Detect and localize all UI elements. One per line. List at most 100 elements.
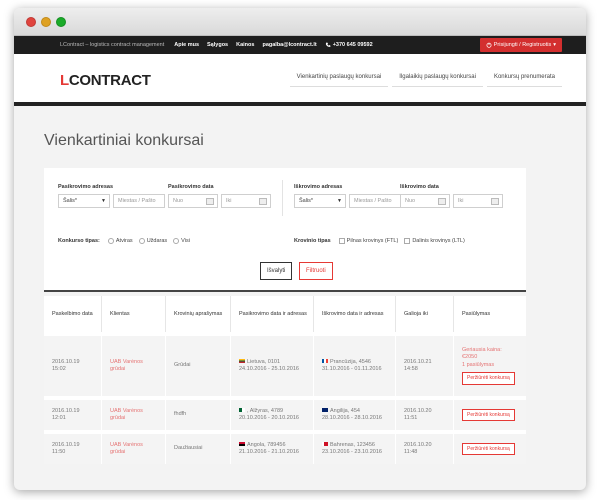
top-info-bar: LContract – logistics contract managemen… [14, 36, 586, 54]
offer-cell: Geriausia kaina: €2050 1 pasiūlymas Perž… [454, 332, 526, 396]
column-header-cargo[interactable]: Krovinių aprašymas [166, 296, 231, 332]
pickup-cell: Lietuva, 0101 24.10.2016 - 25.10.2016 [231, 332, 314, 396]
pickup-cell: , Alžyras, 4789 20.10.2016 - 20.10.2016 [231, 396, 314, 430]
view-tender-button[interactable]: Peržiūrėti konkursą [462, 442, 515, 456]
logo-accent: L [60, 72, 69, 89]
phone-icon [325, 42, 331, 47]
valid-date: 2016.10.20 [404, 441, 432, 448]
topbar-link-terms[interactable]: Sąlygos [207, 42, 228, 48]
unload-city-input[interactable]: Miestas / Pašto [349, 194, 401, 208]
valid-time: 11:48 [404, 449, 418, 455]
unload-date-to-input[interactable]: Iki [453, 194, 503, 208]
chevron-down-icon: ▾ [553, 42, 556, 48]
unload-country-value: Šalis* [299, 198, 314, 204]
logo-text: CONTRACT [68, 72, 151, 89]
nav-item-subscription[interactable]: Konkursų prenumerata [486, 74, 562, 87]
client-name-line1: UAB Varėnos [110, 441, 143, 448]
pickup-city-placeholder: Miestas / Pašto [118, 198, 156, 204]
pickup-from-placeholder: Nuo [173, 198, 184, 204]
unload-city-placeholder: Miestas / Pašto [354, 198, 392, 204]
filter-panel: Pasikrovimo adresas Šalis* ▼ Miestas / P… [44, 168, 526, 292]
unload-country-select[interactable]: Šalis* ▼ [294, 194, 346, 208]
pickup-dates: 21.10.2016 - 21.10.2016 [239, 449, 299, 455]
unload-place: Bahrenas, 123456 [330, 441, 375, 448]
apply-filter-button[interactable]: Filtruoti [299, 262, 333, 280]
phone-number: +370 645 09592 [332, 42, 373, 48]
login-register-button[interactable]: Prisijungti / Registruotis ▾ [479, 38, 562, 52]
main-nav: Vienkartinių paslaugų konkursai Ilgalaik… [286, 74, 562, 87]
tender-type-closed-label: Uždaras [146, 238, 168, 244]
pickup-place: , Alžyras, 4789 [247, 407, 284, 414]
tender-type-open-label: Atviras [115, 238, 133, 244]
column-header-client[interactable]: Klientas [102, 296, 166, 332]
pickup-date-from-input[interactable]: Nuo [168, 194, 218, 208]
unload-address-group: Iškrovimo adresas Šalis* ▼ Miestas / Paš… [294, 184, 401, 208]
table-row: 2016.10.19 15:02 UAB Varėnos grūdai Grūdai… [44, 332, 526, 396]
maximize-window-button[interactable] [56, 17, 66, 27]
valid-date: 2016.10.20 [404, 407, 432, 414]
pickup-date-to-input[interactable]: Iki [221, 194, 271, 208]
column-header-unload[interactable]: Iškrovimo data ir adresas [314, 296, 396, 332]
pickup-place: Angola, 789456 [247, 441, 286, 448]
offer-count: 1 pasiūlymas [462, 361, 495, 368]
cargo-description: Grūdai [166, 332, 231, 396]
topbar-email-link[interactable]: pagalba@lcontract.lt [262, 42, 316, 48]
client-link[interactable]: UAB Varėnos grūdai [102, 332, 166, 396]
view-tender-button[interactable]: Peržiūrėti konkursą [462, 372, 515, 385]
cargo-type-ftl-checkbox[interactable]: Pilnas krovinys (FTL) [338, 238, 398, 244]
cargo-type-ltl-checkbox[interactable]: Dalinis krovinys (LTL) [404, 238, 465, 244]
cargo-description: fhdfh [166, 396, 231, 430]
radio-icon [138, 238, 145, 244]
table-header-row: Paskelbimo data Klientas Krovinių aprašy… [44, 296, 526, 332]
valid-until-cell: 2016.10.21 14:58 [396, 332, 454, 396]
checkbox-icon [404, 238, 411, 244]
clear-filters-button[interactable]: Išvalyti [260, 262, 293, 280]
pickup-country-select[interactable]: Šalis* ▼ [58, 194, 110, 208]
cargo-type-ltl-label: Dalinis krovinys (LTL) [412, 238, 465, 244]
tender-type-open-radio[interactable]: Atviras [107, 238, 133, 244]
column-header-published[interactable]: Paskelbimo data [44, 296, 102, 332]
pickup-city-input[interactable]: Miestas / Pašto [113, 194, 165, 208]
pickup-address-group: Pasikrovimo adresas Šalis* ▼ Miestas / P… [58, 184, 165, 208]
flag-france-icon [322, 359, 328, 364]
unload-place: Angilija, 454 [330, 407, 360, 414]
power-icon [486, 42, 492, 48]
nav-item-one-time-tenders[interactable]: Vienkartinių paslaugų konkursai [289, 74, 389, 87]
pickup-to-placeholder: Iki [226, 198, 232, 204]
table-row: 2016.10.19 12:01 UAB Varėnos grūdai fhdfh … [44, 396, 526, 430]
published-date-cell: 2016.10.19 15:02 [44, 332, 102, 396]
column-header-valid-until[interactable]: Galioja iki [396, 296, 454, 332]
column-header-offer[interactable]: Pasiūlymas [454, 296, 526, 332]
offer-cell: Peržiūrėti konkursą [454, 430, 526, 464]
column-header-pickup[interactable]: Pasikrovimo data ir adresas [231, 296, 314, 332]
pickup-date-group: Pasikrovimo data Nuo Iki [168, 184, 271, 208]
unload-address-label: Iškrovimo adresas [294, 184, 343, 190]
filter-divider [282, 180, 283, 216]
tender-type-closed-radio[interactable]: Uždaras [138, 238, 168, 244]
unload-date-from-input[interactable]: Nuo [400, 194, 450, 208]
unload-dates: 23.10.2016 - 23.10.2016 [322, 449, 382, 455]
published-date: 2016.10.19 [52, 441, 80, 448]
tender-type-all-radio[interactable]: Visi [173, 238, 190, 244]
view-tender-button[interactable]: Peržiūrėti konkursą [462, 408, 515, 422]
calendar-icon [206, 198, 214, 205]
tenders-table: Paskelbimo data Klientas Krovinių aprašy… [44, 296, 526, 464]
nav-item-long-term-tenders[interactable]: Ilgalaikių paslaugų konkursai [392, 74, 483, 87]
unload-cell: Prancūzija, 4546 31.10.2016 - 01.11.2016 [314, 332, 396, 396]
valid-time: 14:58 [404, 366, 418, 372]
topbar-link-prices[interactable]: Kainos [236, 42, 254, 48]
site-logo[interactable]: LCONTRACT [60, 72, 151, 89]
published-date-cell: 2016.10.19 11:50 [44, 430, 102, 464]
pickup-dates: 24.10.2016 - 25.10.2016 [239, 366, 299, 372]
close-window-button[interactable] [26, 17, 36, 27]
cargo-description: Daužiausiai [166, 430, 231, 464]
topbar-phone[interactable]: +370 645 09592 [325, 42, 373, 48]
topbar-link-about[interactable]: Apie mus [174, 42, 199, 48]
cargo-type-row: Krovinio tipas Pilnas krovinys (FTL) Dal… [294, 238, 465, 244]
minimize-window-button[interactable] [41, 17, 51, 27]
published-time: 15:02 [52, 366, 66, 372]
client-link[interactable]: UAB Varėnos grūdai [102, 430, 166, 464]
unload-from-placeholder: Nuo [405, 198, 416, 204]
site-header: LCONTRACT Vienkartinių paslaugų konkursa… [14, 54, 586, 106]
client-link[interactable]: UAB Varėnos grūdai [102, 396, 166, 430]
